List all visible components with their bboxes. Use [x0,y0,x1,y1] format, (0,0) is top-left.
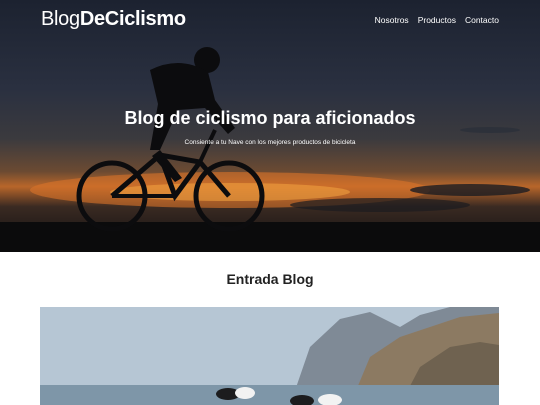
nav-link-productos[interactable]: Productos [418,15,456,25]
logo-bold-text: DeCiclismo [79,8,186,30]
hero-title: Blog de ciclismo para aficionados [124,108,416,128]
nav-link-nosotros[interactable]: Nosotros [375,15,409,25]
nav-link-contacto[interactable]: Contacto [465,15,499,25]
hero-banner: BlogDeCiclismo Nosotros Productos Contac… [0,0,540,252]
site-logo[interactable]: BlogDeCiclismo [41,8,186,31]
logo-light-text: Blog [41,8,80,30]
site-header: BlogDeCiclismo Nosotros Productos Contac… [0,0,540,42]
blog-entry-image[interactable] [40,307,499,405]
hero-subtitle: Consiente a tu Nave con los mejores prod… [184,139,356,146]
blog-section-title: Entrada Blog [226,271,314,287]
blog-entry-mountain-cyclists-image [40,307,499,405]
main-nav: Nosotros Productos Contacto [375,15,499,25]
